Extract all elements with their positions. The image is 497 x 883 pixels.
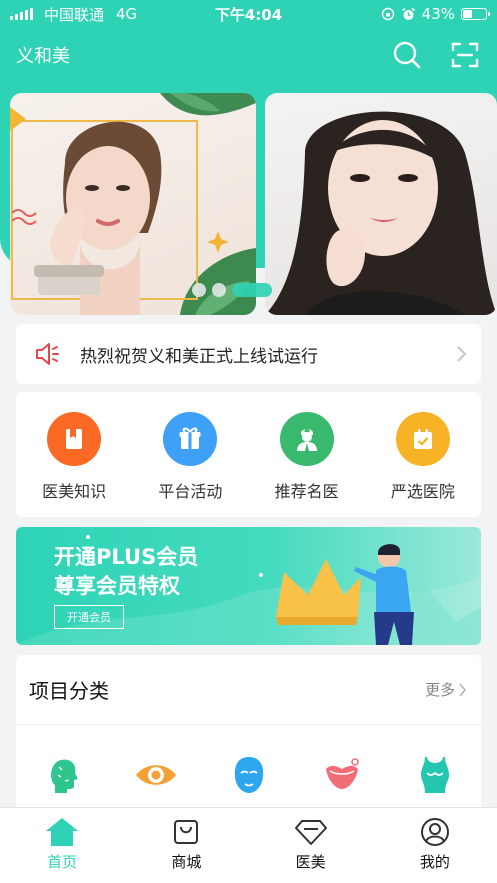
quick-nav-label: 医美知识 bbox=[42, 482, 107, 501]
banner-carousel[interactable] bbox=[10, 93, 497, 315]
face-mask-icon bbox=[234, 757, 263, 793]
announcement-bar[interactable]: 热烈祝贺义和美正式上线试运行 bbox=[16, 324, 481, 384]
tab-label: 我的 bbox=[419, 853, 450, 871]
book-icon bbox=[47, 412, 102, 466]
gift-icon bbox=[163, 412, 218, 466]
promo-line1: 开通PLUS会员 bbox=[54, 545, 199, 569]
user-icon bbox=[420, 818, 449, 846]
calendar-check-icon bbox=[395, 412, 450, 466]
category-skin[interactable] bbox=[227, 753, 271, 797]
lips-icon bbox=[325, 758, 359, 789]
scan-button[interactable] bbox=[449, 39, 481, 71]
body-icon bbox=[420, 757, 449, 793]
category-body[interactable] bbox=[413, 753, 457, 797]
quick-nav-knowledge[interactable]: 医美知识 bbox=[24, 412, 124, 502]
beauty-model-image bbox=[265, 111, 497, 315]
quick-nav-label: 严选医院 bbox=[390, 482, 455, 501]
face-profile-icon bbox=[50, 759, 78, 793]
chevron-right-icon bbox=[457, 346, 467, 362]
category-face-contour[interactable] bbox=[41, 753, 85, 797]
carousel-indicator bbox=[192, 283, 272, 297]
plus-membership-banner[interactable]: 开通PLUS会员 尊享会员特权 开通会员 bbox=[16, 527, 481, 645]
carousel-dot[interactable] bbox=[212, 283, 226, 297]
carousel-dot-active[interactable] bbox=[232, 283, 272, 297]
tab-label: 商城 bbox=[171, 853, 202, 871]
home-icon bbox=[46, 818, 79, 846]
scan-icon bbox=[451, 42, 479, 68]
carousel-dot[interactable] bbox=[192, 283, 206, 297]
category-eyes[interactable] bbox=[134, 753, 178, 797]
status-bar: 中国联通 4G 下午4:04 43% bbox=[0, 0, 497, 28]
quick-nav-label: 推荐名医 bbox=[274, 482, 339, 501]
eye-icon bbox=[135, 765, 176, 785]
battery-icon bbox=[461, 8, 490, 20]
more-link[interactable]: 更多 bbox=[425, 679, 467, 700]
tab-label: 医美 bbox=[295, 853, 326, 871]
search-button[interactable] bbox=[391, 39, 423, 71]
category-lips[interactable] bbox=[320, 753, 364, 797]
banner-slide-beauty[interactable] bbox=[265, 93, 497, 315]
tab-label: 首页 bbox=[47, 853, 78, 871]
announcement-text: 热烈祝贺义和美正式上线试运行 bbox=[80, 346, 318, 367]
banner-slide-skincare[interactable] bbox=[10, 93, 256, 315]
quick-nav-hospitals[interactable]: 严选医院 bbox=[373, 412, 473, 502]
app-title: 义和美 bbox=[16, 46, 70, 67]
quick-nav: 医美知识 平台活动 推荐名医 严选医院 bbox=[16, 392, 481, 517]
promo-title: 开通PLUS会员 尊享会员特权 bbox=[54, 543, 198, 601]
quick-nav-label: 平台活动 bbox=[158, 482, 223, 501]
app-bar: 义和美 bbox=[0, 32, 497, 78]
search-icon bbox=[393, 41, 421, 69]
category-section: 项目分类 更多 bbox=[16, 655, 481, 807]
more-label: 更多 bbox=[424, 681, 455, 699]
speaker-icon bbox=[36, 343, 59, 365]
tab-aesthetics[interactable]: 医美 bbox=[249, 808, 373, 883]
quick-nav-activities[interactable]: 平台活动 bbox=[140, 412, 240, 502]
join-membership-button[interactable]: 开通会员 bbox=[54, 605, 124, 629]
tab-home[interactable]: 首页 bbox=[0, 808, 124, 883]
tab-profile[interactable]: 我的 bbox=[373, 808, 497, 883]
quick-nav-doctors[interactable]: 推荐名医 bbox=[257, 412, 357, 502]
doctor-icon bbox=[279, 412, 334, 466]
bottom-tab-bar: 首页 商城 医美 我的 bbox=[0, 807, 497, 883]
diamond-icon bbox=[294, 820, 327, 845]
shop-bag-icon bbox=[174, 820, 199, 844]
status-time: 下午4:04 bbox=[214, 5, 283, 24]
promo-line2: 尊享会员特权 bbox=[54, 574, 180, 598]
skincare-model-image bbox=[10, 93, 256, 315]
chevron-right-icon bbox=[459, 682, 467, 697]
section-title: 项目分类 bbox=[29, 679, 109, 703]
tab-shop[interactable]: 商城 bbox=[124, 808, 248, 883]
